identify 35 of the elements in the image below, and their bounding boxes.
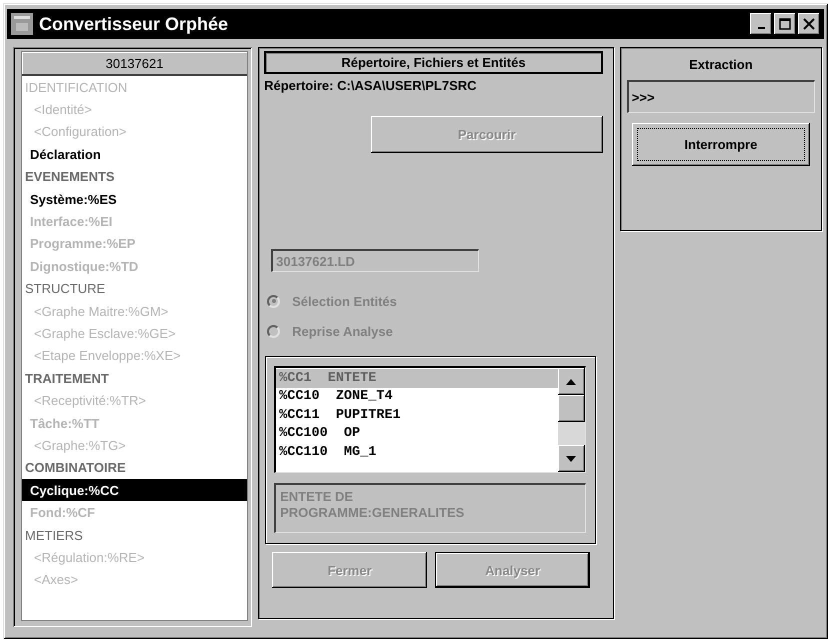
tree-header: 30137621 [22,52,248,76]
scroll-down-button[interactable] [558,445,585,472]
scroll-up-button[interactable] [558,368,585,395]
entity-list-item[interactable]: %CC110 MG_1 [276,443,558,462]
entity-list-item[interactable]: %CC100 OP [276,424,558,443]
down-arrow-icon [566,456,576,462]
close-button[interactable] [798,13,820,35]
tree-item[interactable]: Système:%ES [22,188,248,210]
tree-section[interactable]: METIERS [22,524,248,546]
entity-list-item[interactable]: %CC1 ENTETE [276,369,558,388]
window-title: Convertisseur Orphée [39,14,230,34]
directory-label: Répertoire: C:\ASA\USER\PL7SRC [264,78,478,93]
entity-list-item[interactable]: %CC10 ZONE_T4 [276,388,558,406]
interrupt-button[interactable]: Interrompre [632,123,810,166]
description-field: ENTETE DE PROGRAMME:GENERALITES [274,483,586,533]
radio-label: Sélection Entités [292,294,397,308]
entity-list-item[interactable]: %CC11 PUPITRE1 [276,406,558,424]
close-icon [803,18,815,30]
maximize-icon [779,18,791,30]
minimize-button[interactable] [750,13,772,35]
extraction-title: Extraction [688,57,754,72]
tree-section[interactable]: TRAITEMENT [22,367,248,390]
tree-item[interactable]: Cyclique:%CC [22,479,248,502]
tree-section[interactable]: EVENEMENTS [22,166,248,188]
maximize-button[interactable] [774,13,796,35]
tree-section[interactable]: STRUCTURE [22,278,248,300]
up-arrow-icon [566,378,576,384]
panel-title: Répertoire, Fichiers et Entités [264,51,603,74]
scrollbar[interactable] [558,368,585,472]
radio-label: Reprise Analyse [292,324,393,338]
minimize-icon [758,27,764,29]
tree-section[interactable]: COMBINATOIRE [22,456,248,480]
extraction-field: >>> [626,80,815,113]
scroll-thumb[interactable] [558,395,585,422]
app-icon [11,13,33,35]
